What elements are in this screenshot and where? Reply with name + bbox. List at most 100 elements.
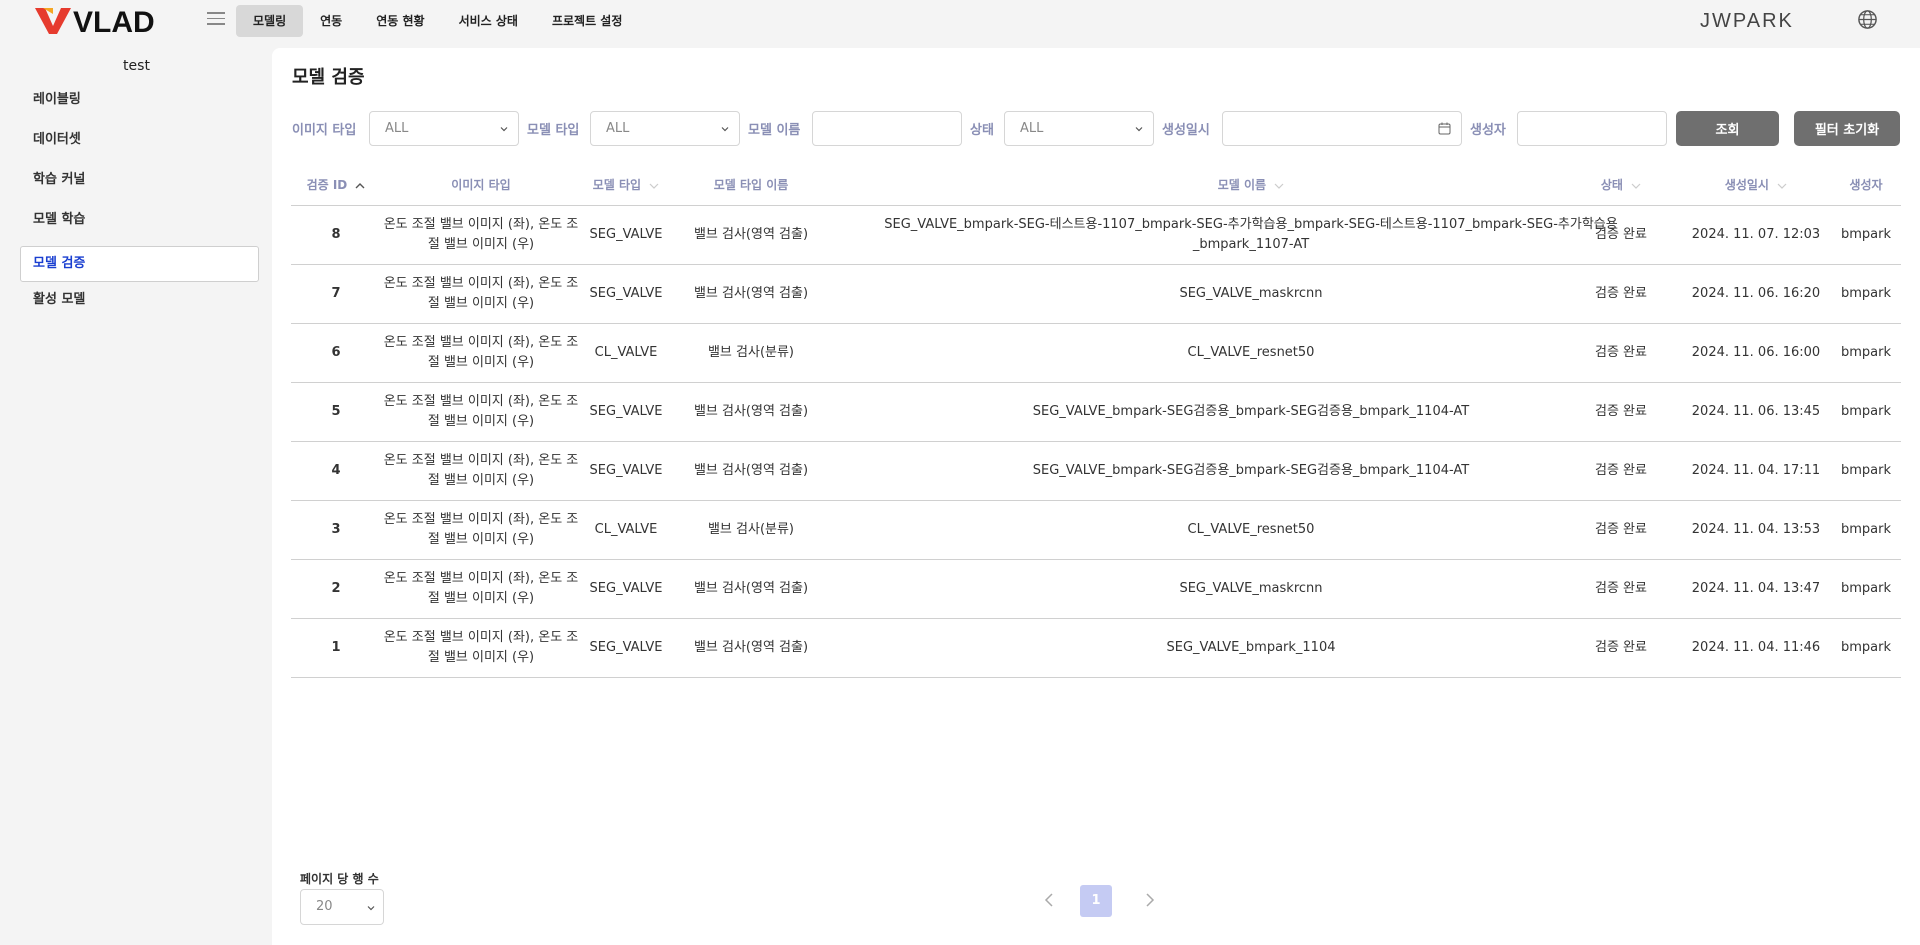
nav-modeling[interactable]: 모델링 (236, 5, 304, 37)
vlad-logo[interactable]: VLAD (35, 4, 165, 36)
cell-id: 3 (331, 522, 341, 537)
nav-service-status[interactable]: 서비스 상태 (442, 5, 535, 37)
cell-model-type-name: 밸브 검사(영역 검출) (693, 581, 809, 596)
sidebar-item-training-kernel[interactable]: 학습 커널 (20, 162, 259, 198)
cell-creator: bmpark (1840, 404, 1891, 419)
cell-status: 검증 완료 (1595, 522, 1647, 537)
table-row[interactable]: 6 온도 조절 밸브 이미지 (좌), 온도 조절 밸브 이미지 (우) CL_… (291, 324, 1901, 383)
cell-image-type: 온도 조절 밸브 이미지 (좌), 온도 조절 밸브 이미지 (우) (383, 453, 579, 488)
cell-model-type-name: 밸브 검사(분류) (707, 522, 795, 537)
table-row[interactable]: 4 온도 조절 밸브 이미지 (좌), 온도 조절 밸브 이미지 (우) SEG… (291, 442, 1901, 501)
nav-project-settings[interactable]: 프로젝트 설정 (535, 5, 639, 37)
cell-model-name: SEG_VALVE_bmpark-SEG검증용_bmpark-SEG검증용_bm… (1032, 404, 1470, 419)
sidebar-item-labeling[interactable]: 레이블링 (20, 82, 259, 118)
globe-icon[interactable] (1857, 9, 1878, 30)
cell-status: 검증 완료 (1595, 463, 1647, 478)
nav-integration[interactable]: 연동 (303, 5, 359, 37)
column-label: 모델 타입 이름 (713, 178, 789, 192)
cell-created: 2024. 11. 07. 12:03 (1691, 227, 1821, 242)
sidebar-item-model-validation[interactable]: 모델 검증 (20, 246, 259, 282)
sort-chevron-down-icon (649, 183, 659, 189)
menu-toggle-icon[interactable] (207, 12, 225, 26)
sidebar-item-dataset[interactable]: 데이터셋 (20, 122, 259, 158)
table-row[interactable]: 1 온도 조절 밸브 이미지 (좌), 온도 조절 밸브 이미지 (우) SEG… (291, 619, 1901, 678)
cell-model-name: SEG_VALVE_bmpark-SEG검증용_bmpark-SEG검증용_bm… (1032, 463, 1470, 478)
logo-text: VLAD (73, 6, 155, 36)
cell-id: 2 (331, 581, 341, 596)
rows-per-page-label: 페이지 당 행 수 (300, 872, 379, 886)
column-label: 상태 (1600, 178, 1623, 192)
column-label: 모델 타입 (592, 178, 642, 192)
creator-input[interactable] (1517, 111, 1667, 146)
column-label: 모델 이름 (1217, 178, 1267, 192)
table-row[interactable]: 3 온도 조절 밸브 이미지 (좌), 온도 조절 밸브 이미지 (우) CL_… (291, 501, 1901, 560)
cell-model-name: SEG_VALVE_bmpark_1104 (1166, 640, 1336, 655)
cell-model-type: SEG_VALVE (589, 463, 663, 478)
cell-model-type-name: 밸브 검사(영역 검출) (693, 227, 809, 242)
main-panel: 모델 검증 이미지 타입 ALL 모델 타입 ALL 모델 이름 상태 ALL … (272, 48, 1920, 945)
status-value: ALL (1020, 121, 1044, 136)
cell-model-type: SEG_VALVE (589, 640, 663, 655)
cell-model-type: SEG_VALVE (589, 286, 663, 301)
page-number-button[interactable]: 1 (1080, 885, 1112, 917)
column-label: 생성자 (1849, 178, 1883, 192)
table-row[interactable]: 8 온도 조절 밸브 이미지 (좌), 온도 조절 밸브 이미지 (우) SEG… (291, 206, 1901, 265)
model-type-select[interactable]: ALL (590, 111, 740, 146)
cell-status: 검증 완료 (1595, 345, 1647, 360)
column-header-image-type[interactable]: 이미지 타입 (381, 164, 581, 206)
cell-creator: bmpark (1840, 463, 1891, 478)
column-header-model-type[interactable]: 모델 타입 (581, 164, 671, 206)
cell-created: 2024. 11. 04. 17:11 (1691, 463, 1821, 478)
sidebar-item-active-model[interactable]: 활성 모델 (20, 282, 259, 318)
column-header-validation-id[interactable]: 검증 ID (291, 164, 381, 206)
column-header-created[interactable]: 생성일시 (1691, 164, 1821, 206)
column-header-creator[interactable]: 생성자 (1821, 164, 1911, 206)
cell-model-type: CL_VALVE (594, 522, 658, 537)
cell-model-name: CL_VALVE_resnet50 (1187, 345, 1315, 360)
rows-per-page-value: 20 (316, 899, 333, 914)
cell-model-name: SEG_VALVE_maskrcnn (1179, 286, 1323, 301)
chevron-down-icon (721, 127, 729, 132)
previous-page-icon[interactable] (1040, 890, 1060, 910)
next-page-icon[interactable] (1139, 890, 1159, 910)
reset-filter-button[interactable]: 필터 초기화 (1794, 111, 1900, 146)
column-header-model-type-name[interactable]: 모델 타입 이름 (671, 164, 831, 206)
model-name-input[interactable] (812, 111, 962, 146)
cell-model-type: SEG_VALVE (589, 404, 663, 419)
top-nav: 모델링 연동 연동 현황 서비스 상태 프로젝트 설정 (236, 5, 639, 37)
created-date-label: 생성일시 (1162, 123, 1210, 138)
cell-id: 8 (331, 227, 341, 242)
table-row[interactable]: 2 온도 조절 밸브 이미지 (좌), 온도 조절 밸브 이미지 (우) SEG… (291, 560, 1901, 619)
column-header-model-name[interactable]: 모델 이름 (831, 164, 1671, 206)
cell-image-type: 온도 조절 밸브 이미지 (좌), 온도 조절 밸브 이미지 (우) (383, 217, 579, 252)
table-row[interactable]: 7 온도 조절 밸브 이미지 (좌), 온도 조절 밸브 이미지 (우) SEG… (291, 265, 1901, 324)
cell-created: 2024. 11. 06. 16:00 (1691, 345, 1821, 360)
column-header-status[interactable]: 상태 (1591, 164, 1651, 206)
cell-model-type-name: 밸브 검사(영역 검출) (693, 286, 809, 301)
user-name[interactable]: JWPARK (1700, 10, 1794, 33)
chevron-down-icon (1135, 127, 1143, 132)
image-type-label: 이미지 타입 (292, 123, 357, 138)
table-row[interactable]: 5 온도 조절 밸브 이미지 (좌), 온도 조절 밸브 이미지 (우) SEG… (291, 383, 1901, 442)
cell-image-type: 온도 조절 밸브 이미지 (좌), 온도 조절 밸브 이미지 (우) (383, 394, 579, 429)
nav-integration-status[interactable]: 연동 현황 (359, 5, 441, 37)
cell-model-type-name: 밸브 검사(영역 검출) (693, 463, 809, 478)
cell-status: 검증 완료 (1595, 227, 1647, 242)
search-button[interactable]: 조회 (1676, 111, 1779, 146)
cell-created: 2024. 11. 06. 16:20 (1691, 286, 1821, 301)
page-title: 모델 검증 (292, 67, 365, 88)
image-type-select[interactable]: ALL (369, 111, 519, 146)
sidebar: test 레이블링 데이터셋 학습 커널 모델 학습 모델 검증 활성 모델 (0, 42, 270, 945)
cell-image-type: 온도 조절 밸브 이미지 (좌), 온도 조절 밸브 이미지 (우) (383, 512, 579, 547)
created-date-input[interactable] (1222, 111, 1462, 146)
column-label: 이미지 타입 (451, 178, 511, 192)
sort-ascending-icon (355, 182, 365, 188)
status-select[interactable]: ALL (1004, 111, 1154, 146)
cell-created: 2024. 11. 04. 13:53 (1691, 522, 1821, 537)
sort-chevron-down-icon (1777, 183, 1787, 189)
cell-id: 4 (331, 463, 341, 478)
cell-model-name: CL_VALVE_resnet50 (1187, 522, 1315, 537)
calendar-icon[interactable] (1438, 122, 1451, 135)
rows-per-page-select[interactable]: 20 (300, 889, 384, 925)
sidebar-item-model-training[interactable]: 모델 학습 (20, 202, 259, 238)
